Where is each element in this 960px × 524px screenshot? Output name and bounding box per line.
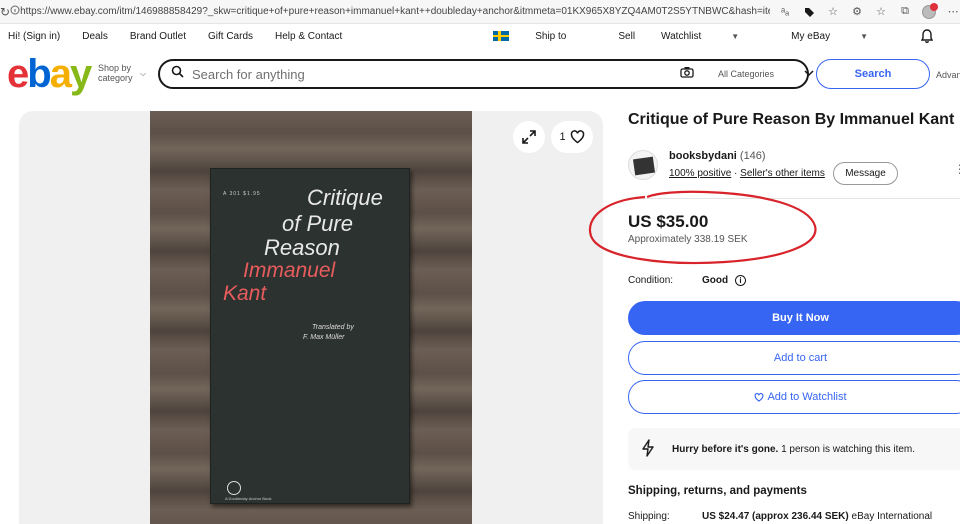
advanced-search-link[interactable]: Advanced (936, 70, 960, 80)
urgency-banner: Hurry before it's gone. 1 person is watc… (628, 428, 960, 470)
message-button[interactable]: Message (833, 162, 898, 185)
separator-dot: · (731, 168, 741, 179)
translate-icon[interactable]: ᵃₐ (778, 5, 792, 19)
listing-title: Critique of Pure Reason By Immanuel Kant (628, 111, 955, 128)
my-ebay-label: My eBay (791, 30, 831, 42)
chevron-down-icon: ⌵ (140, 69, 147, 78)
profile-avatar[interactable] (922, 2, 939, 19)
add-to-watchlist-button[interactable]: Add to Watchlist (628, 380, 960, 414)
seller-other-items-link[interactable]: Seller's other items (740, 168, 825, 179)
sign-in-link[interactable]: Sign in (26, 31, 57, 42)
ship-to-label: Ship to (535, 30, 567, 42)
nav-deals[interactable]: Deals (82, 31, 108, 42)
nav-brand-outlet[interactable]: Brand Outlet (130, 31, 186, 42)
extensions-icon[interactable]: ⚙ (850, 5, 864, 19)
chevron-down-icon[interactable] (804, 69, 814, 79)
seller-name[interactable]: booksbydani (669, 150, 737, 162)
nav-help-contact[interactable]: Help & Contact (275, 31, 342, 42)
category-label: category (98, 73, 133, 83)
more-options-icon[interactable]: ⋮ (954, 162, 960, 176)
add-to-watchlist-label: Add to Watchlist (767, 391, 847, 403)
condition-value: Good (702, 275, 729, 286)
lightning-bolt-icon (628, 438, 668, 460)
shop-by-category-button[interactable]: Shop by category ⌵ (98, 63, 146, 83)
anchor-logo-icon (227, 481, 241, 495)
greeting-text: Hi! (8, 30, 21, 42)
book-author-line: Kant (223, 282, 267, 305)
sell-link[interactable]: Sell (618, 31, 635, 42)
camera-icon[interactable] (680, 65, 694, 83)
reload-icon[interactable]: ↻ (0, 5, 10, 19)
book-title-line: Reason (264, 235, 340, 260)
search-bar: Search for anything All Categories (158, 59, 814, 89)
seller-info[interactable]: booksbydani (146) (669, 150, 766, 162)
heart-icon (755, 392, 764, 402)
more-menu-icon[interactable]: ⋯ (946, 5, 960, 19)
watchlist-label: Watchlist (661, 30, 702, 42)
book-title-line: Critique (307, 185, 383, 210)
expand-icon (522, 130, 536, 144)
buy-it-now-button[interactable]: Buy It Now (628, 301, 960, 335)
urgency-bold: Hurry before it's gone. (672, 443, 779, 455)
global-top-nav: Hi! (Sign in) Deals Brand Outlet Gift Ca… (0, 25, 960, 47)
search-icon (171, 65, 184, 83)
red-annotation-circle (588, 190, 817, 265)
logo-letter-y: y (69, 52, 92, 96)
ebay-logo[interactable]: ebay (7, 52, 92, 96)
sweden-flag-icon (493, 31, 510, 41)
my-ebay-menu[interactable]: My eBay ▼ (791, 31, 894, 42)
logo-letter-e: e (7, 52, 29, 96)
watchlist-menu[interactable]: Watchlist ▼ (661, 31, 765, 42)
shipping-value: US $24.47 (approx 236.44 SEK) eBay Inter… (702, 511, 932, 522)
seller-feedback-row: 100% positive · Seller's other items (669, 168, 825, 179)
book-photo[interactable]: A 301 $1.95 Critique of Pure Reason Imma… (150, 111, 472, 524)
favorites-icon[interactable]: ☆ (874, 5, 888, 19)
watch-heart-button[interactable]: 1 (551, 121, 593, 153)
shipping-heading: Shipping, returns, and payments (628, 485, 807, 497)
seller-positive-link[interactable]: 100% positive (669, 168, 731, 179)
notifications-bell-icon[interactable] (920, 29, 934, 43)
shipping-label: Shipping: (628, 511, 670, 522)
book-code: A 301 $1.95 (223, 191, 261, 197)
ship-to-link[interactable]: Ship to (493, 31, 592, 42)
collections-icon[interactable]: ⧉ (898, 5, 912, 19)
greeting: Hi! (Sign in) (8, 30, 61, 42)
info-icon[interactable]: i (735, 275, 746, 286)
seller-avatar[interactable] (628, 150, 658, 180)
add-to-cart-button[interactable]: Add to cart (628, 341, 960, 375)
seller-feedback-count: (146) (739, 150, 766, 162)
category-select[interactable]: All Categories (718, 69, 798, 79)
urgency-text: Hurry before it's gone. 1 person is watc… (672, 444, 915, 455)
search-button[interactable]: Search (816, 59, 930, 89)
shipping-price: US $24.47 (approx 236.44 SEK) (702, 511, 849, 522)
book-title-line: of Pure (282, 211, 353, 236)
chevron-down-icon: ▼ (731, 31, 740, 41)
site-info-icon[interactable] (10, 5, 20, 18)
book-author-line: Immanuel (243, 259, 336, 282)
book-publisher: A Doubleday Anchor Book (225, 496, 272, 501)
heart-icon (570, 130, 584, 144)
book-translator-line: F. Max Müller (303, 334, 345, 341)
book-translator-line: Translated by (312, 324, 354, 331)
browser-toolbar: ↻ https://www.ebay.com/itm/146988858429?… (0, 0, 960, 24)
watch-count: 1 (559, 131, 566, 143)
urgency-rest: 1 person is watching this item. (778, 443, 916, 455)
shop-by-label: Shop by (98, 63, 132, 73)
expand-image-button[interactable] (513, 121, 545, 153)
book-cover: A 301 $1.95 Critique of Pure Reason Imma… (210, 168, 410, 504)
condition-label: Condition: (628, 275, 674, 286)
logo-letter-a: a (49, 52, 72, 96)
image-gallery[interactable]: A 301 $1.95 Critique of Pure Reason Imma… (19, 111, 603, 524)
logo-letter-b: b (27, 52, 51, 96)
nav-gift-cards[interactable]: Gift Cards (208, 31, 253, 42)
favorite-star-icon[interactable]: ☆ (826, 5, 840, 19)
address-bar[interactable]: https://www.ebay.com/itm/146988858429?_s… (20, 6, 770, 17)
header: ebay Shop by category ⌵ Search for anyth… (0, 48, 960, 102)
tag-icon[interactable] (802, 5, 816, 19)
chevron-down-icon: ▼ (860, 31, 868, 41)
search-input[interactable]: Search for anything (192, 67, 662, 82)
shipping-service: eBay International (848, 511, 933, 522)
